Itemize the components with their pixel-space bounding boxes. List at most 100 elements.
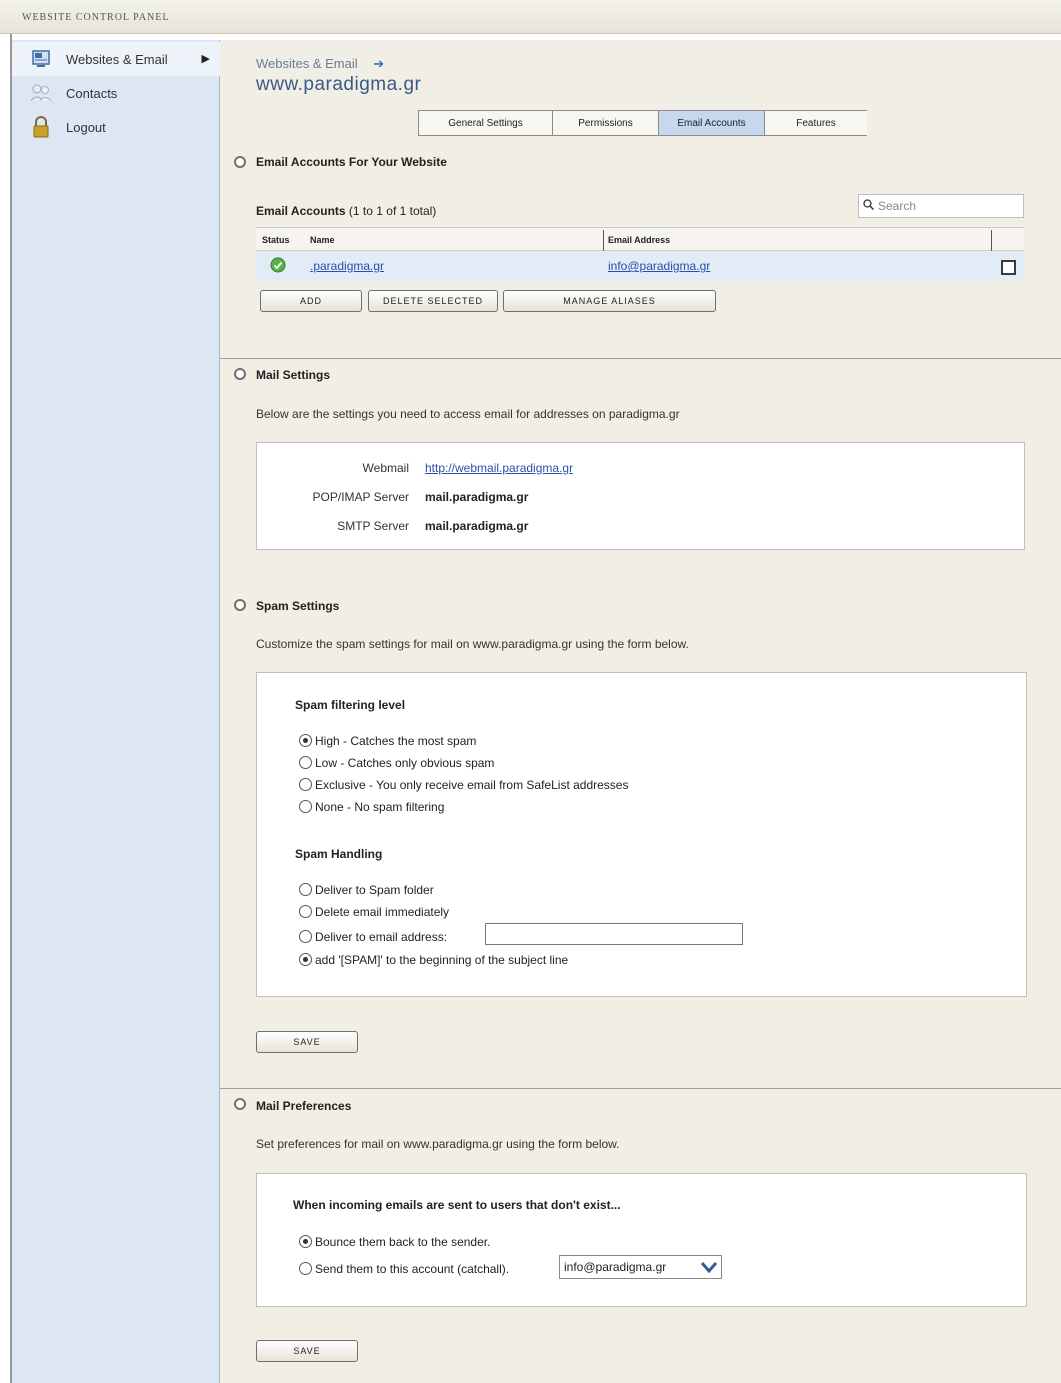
section-bullet-icon — [234, 156, 246, 168]
sidebar-item-logout[interactable]: Logout — [12, 110, 220, 144]
radio-button[interactable] — [299, 756, 312, 769]
preferences-save-button[interactable]: SAVE — [256, 1340, 358, 1362]
option-label: Bounce them back to the sender. — [315, 1235, 491, 1249]
option-label: Send them to this account (catchall). — [315, 1262, 510, 1276]
deliver-address-input[interactable] — [485, 923, 743, 945]
section-divider — [220, 358, 1061, 359]
table-header: Status Name Email Address — [256, 227, 1024, 252]
row-select-checkbox[interactable] — [1001, 260, 1016, 275]
add-button[interactable]: ADD — [260, 290, 362, 312]
option-label: High - Catches the most spam — [315, 734, 477, 748]
spam-settings-section-title: Spam Settings — [256, 599, 340, 613]
section-bullet-icon — [234, 368, 246, 380]
lock-icon — [30, 116, 52, 138]
status-active-icon — [270, 257, 286, 276]
filter-option-none[interactable]: None - No spam filtering — [299, 800, 444, 814]
filter-option-exclusive[interactable]: Exclusive - You only receive email from … — [299, 778, 628, 792]
window-title: WEBSITE CONTROL PANEL — [22, 12, 170, 23]
account-email-link[interactable]: info@paradigma.gr — [608, 259, 710, 273]
smtp-label: SMTP Server — [337, 519, 409, 533]
radio-button[interactable] — [299, 883, 312, 896]
breadcrumb-item[interactable]: Websites & Email — [256, 56, 358, 71]
filter-option-low[interactable]: Low - Catches only obvious spam — [299, 756, 494, 770]
catchall-account-select[interactable]: info@paradigma.gr — [559, 1255, 722, 1279]
mail-preferences-section-title: Mail Preferences — [256, 1099, 352, 1113]
radio-button[interactable] — [299, 905, 312, 918]
manage-aliases-button[interactable]: MANAGE ALIASES — [503, 290, 716, 312]
handling-option-deliver-address[interactable]: Deliver to email address: — [299, 930, 447, 944]
select-value: info@paradigma.gr — [564, 1260, 667, 1274]
search-placeholder: Search — [878, 199, 917, 213]
sidebar-item-label: Websites & Email — [66, 51, 168, 67]
pref-option-catchall[interactable]: Send them to this account (catchall). — [299, 1262, 509, 1276]
column-status[interactable]: Status — [262, 235, 290, 245]
chevron-right-icon: ▶ — [201, 53, 210, 65]
handling-option-spam-folder[interactable]: Deliver to Spam folder — [299, 883, 434, 897]
search-input[interactable]: Search — [858, 194, 1024, 218]
title-bar: WEBSITE CONTROL PANEL — [0, 0, 1061, 34]
sidebar-item-contacts[interactable]: Contacts — [12, 76, 220, 110]
pop-label: POP/IMAP Server — [312, 490, 409, 504]
option-label: Low - Catches only obvious spam — [315, 756, 495, 770]
option-label: None - No spam filtering — [315, 800, 445, 814]
spam-filter-title: Spam filtering level — [295, 698, 406, 712]
section-bullet-icon — [234, 1098, 246, 1110]
smtp-value: mail.paradigma.gr — [425, 519, 529, 533]
option-label: Deliver to Spam folder — [315, 883, 434, 897]
filter-option-high[interactable]: High - Catches the most spam — [299, 734, 476, 748]
mail-settings-section-title: Mail Settings — [256, 368, 331, 382]
radio-button[interactable] — [299, 953, 312, 966]
delete-selected-button[interactable]: DELETE SELECTED — [368, 290, 498, 312]
section-bullet-icon — [234, 599, 246, 611]
arrow-right-icon: ➔ — [373, 56, 385, 71]
column-email[interactable]: Email Address — [608, 235, 670, 245]
handling-option-tag-subject[interactable]: add '[SPAM]' to the beginning of the sub… — [299, 953, 568, 967]
tab-permissions[interactable]: Permissions — [553, 111, 659, 135]
spam-settings-description: Customize the spam settings for mail on … — [256, 637, 689, 651]
option-label: Deliver to email address: — [315, 930, 448, 944]
account-name-link[interactable]: .paradigma.gr — [310, 259, 384, 273]
sidebar-item-websites-email[interactable]: Websites & Email ▶ — [12, 42, 220, 76]
webmail-link[interactable]: http://webmail.paradigma.gr — [425, 461, 573, 475]
pref-option-bounce[interactable]: Bounce them back to the sender. — [299, 1235, 490, 1249]
mail-preferences-box: When incoming emails are sent to users t… — [256, 1173, 1027, 1307]
option-label: Exclusive - You only receive email from … — [315, 778, 629, 792]
spam-handling-title: Spam Handling — [295, 847, 383, 861]
column-divider — [603, 230, 604, 252]
pop-value: mail.paradigma.gr — [425, 490, 529, 504]
radio-button[interactable] — [299, 800, 312, 813]
column-name[interactable]: Name — [310, 235, 335, 245]
email-accounts-section-title: Email Accounts For Your Website — [256, 155, 447, 169]
chevron-down-icon[interactable] — [697, 1256, 721, 1278]
page-title: www.paradigma.gr — [256, 74, 422, 95]
sidebar: Websites & Email ▶ Contacts Logout — [12, 40, 220, 1383]
table-row[interactable]: .paradigma.gr info@paradigma.gr — [256, 251, 1024, 281]
contacts-icon — [30, 82, 52, 104]
option-label: add '[SPAM]' to the beginning of the sub… — [315, 953, 569, 967]
spam-save-button[interactable]: SAVE — [256, 1031, 358, 1053]
radio-button[interactable] — [299, 930, 312, 943]
catchall-question: When incoming emails are sent to users t… — [293, 1198, 621, 1212]
option-label: Delete email immediately — [315, 905, 450, 919]
tab-email-accounts[interactable]: Email Accounts — [659, 111, 765, 135]
mail-preferences-description: Set preferences for mail on www.paradigm… — [256, 1137, 620, 1151]
tab-features[interactable]: Features — [765, 111, 867, 135]
mail-settings-description: Below are the settings you need to acces… — [256, 407, 680, 421]
spam-settings-box: Spam filtering level High - Catches the … — [256, 672, 1027, 997]
list-label: Email Accounts — [256, 204, 346, 218]
section-divider — [220, 1088, 1061, 1089]
tab-bar: General Settings Permissions Email Accou… — [418, 110, 867, 136]
search-icon — [863, 199, 875, 213]
email-accounts-label: Email Accounts (1 to 1 of 1 total) — [256, 204, 436, 218]
tab-general-settings[interactable]: General Settings — [419, 111, 553, 135]
main-panel: Websites & Email ➔ www.paradigma.gr Gene… — [220, 40, 1061, 1383]
column-divider — [991, 230, 992, 252]
webmail-label: Webmail — [362, 461, 409, 475]
radio-button[interactable] — [299, 1235, 312, 1248]
websites-icon — [30, 48, 52, 70]
email-accounts-table: Status Name Email Address .paradigma.gr … — [256, 227, 1024, 281]
radio-button[interactable] — [299, 778, 312, 791]
radio-button[interactable] — [299, 1262, 312, 1275]
radio-button[interactable] — [299, 734, 312, 747]
handling-option-delete[interactable]: Delete email immediately — [299, 905, 449, 919]
